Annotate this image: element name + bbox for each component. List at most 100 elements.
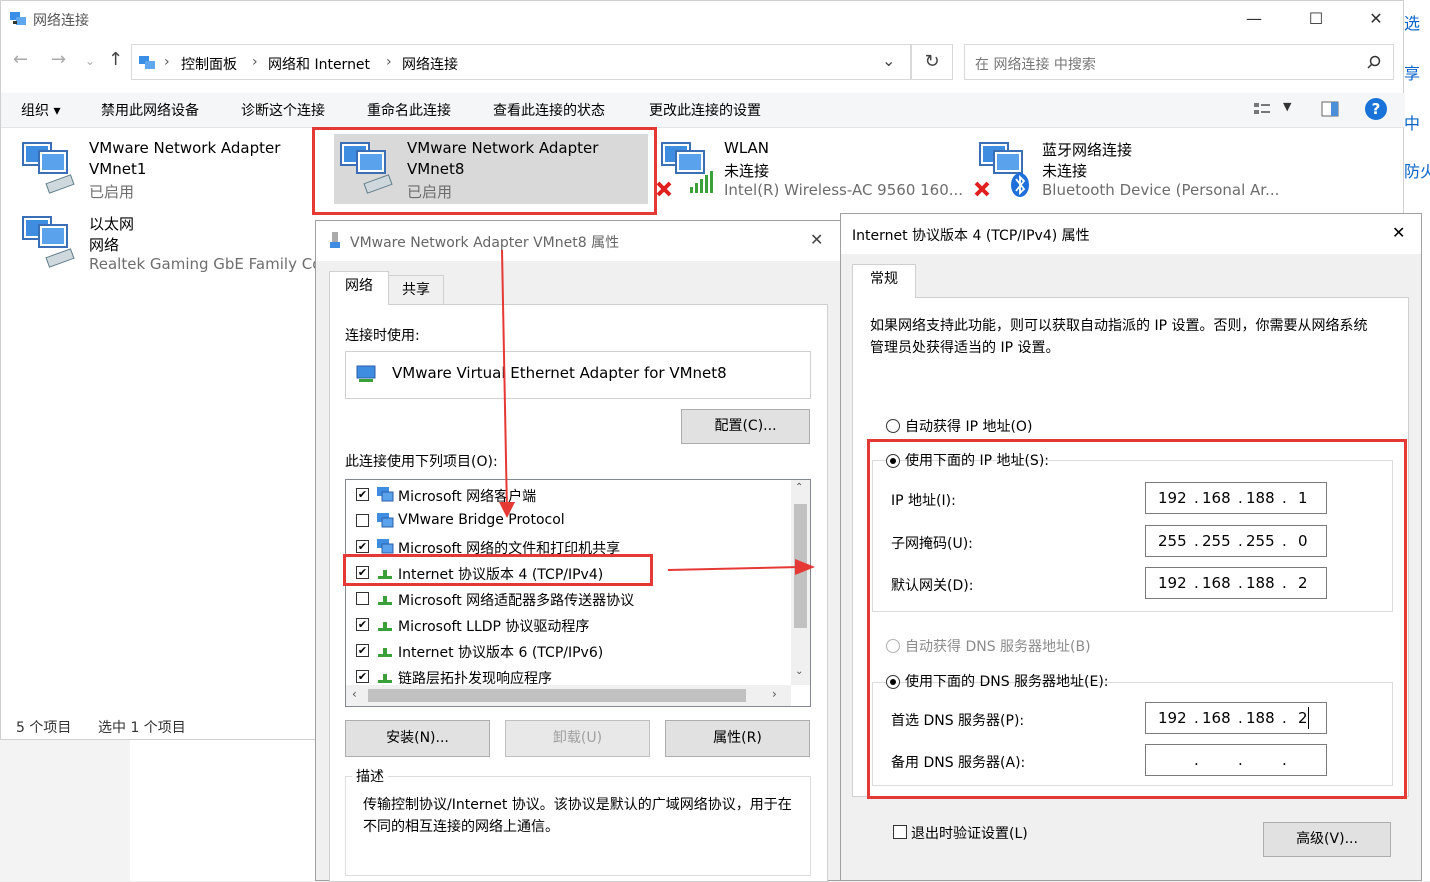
- adapter-name2: VMnet1: [89, 160, 147, 178]
- adapter-wlan[interactable]: WLAN 未连接 Intel(R) Wireless-AC 9560 160..…: [656, 139, 963, 209]
- adapter-name2: 未连接: [724, 162, 770, 180]
- up-arrow-icon[interactable]: ↑: [108, 49, 123, 70]
- adapter-ethernet[interactable]: 以太网 网络 Realtek Gaming GbE Family Co...: [21, 213, 335, 283]
- adapter-name: VMware Network Adapter: [89, 139, 281, 157]
- selection-count: 选中 1 个项目: [98, 720, 186, 736]
- title-bar: 网络连接 — ☐ ✕: [1, 1, 1405, 37]
- list-item-label: Internet 协议版本 6 (TCP/IPv6): [398, 645, 604, 661]
- preview-pane-icon[interactable]: [1321, 101, 1339, 117]
- vmnet8-highlight-box: [312, 127, 657, 215]
- tab-sharing[interactable]: 共享: [388, 275, 444, 305]
- network-adapter-icon: [22, 216, 75, 268]
- adapter-status: 已启用: [89, 183, 135, 201]
- recent-chevron-icon[interactable]: ⌄: [85, 54, 95, 68]
- item-count: 5 个项目: [16, 720, 72, 736]
- maximize-button[interactable]: ☐: [1293, 1, 1339, 37]
- description-text: 传输控制协议/Internet 协议。该协议是默认的广域网络协议，用于在不同的相…: [363, 797, 792, 835]
- breadcrumb-separator-icon: ›: [164, 54, 170, 70]
- validate-checkbox[interactable]: [893, 825, 907, 839]
- search-icon: [1367, 55, 1381, 69]
- search-placeholder: 在 网络连接 中搜索: [975, 57, 1096, 73]
- auto-ip-label: 自动获得 IP 地址(O): [905, 419, 1033, 435]
- adapter-name: 蓝牙网络连接: [1042, 141, 1133, 159]
- h-scroll-thumb[interactable]: [368, 689, 746, 702]
- help-icon[interactable]: ?: [1365, 98, 1387, 120]
- rename-command[interactable]: 重命名此连接: [367, 100, 451, 120]
- horizontal-scrollbar[interactable]: ‹ ›: [346, 685, 791, 706]
- checkbox[interactable]: [356, 592, 369, 605]
- bg-fragment: 防火: [1404, 162, 1430, 181]
- change-settings-command[interactable]: 更改此连接的设置: [649, 100, 761, 120]
- scroll-down-icon[interactable]: ⌄: [795, 666, 803, 677]
- list-item-label: Microsoft LLDP 协议驱动程序: [398, 619, 590, 635]
- diagnose-command[interactable]: 诊断这个连接: [241, 100, 325, 120]
- checkbox[interactable]: ✔: [356, 618, 369, 631]
- network-plug-icon: [330, 232, 340, 248]
- checkbox[interactable]: ✔: [356, 644, 369, 657]
- chevron-down-icon[interactable]: ⌄: [882, 51, 895, 70]
- bg-fragment: 享: [1404, 64, 1421, 83]
- items-label: 此连接使用下列项目(O):: [345, 454, 498, 470]
- close-button[interactable]: ✕: [1353, 1, 1399, 37]
- search-input[interactable]: 在 网络连接 中搜索: [964, 44, 1394, 80]
- breadcrumb-separator-icon: ›: [386, 54, 392, 70]
- description-label: 描述: [352, 766, 388, 786]
- connect-using-label: 连接时使用:: [345, 328, 420, 344]
- status-bar: 5 个项目 选中 1 个项目: [1, 713, 317, 741]
- bluetooth-adapter-icon: [974, 142, 1029, 197]
- breadcrumb-separator-icon: ›: [252, 54, 258, 70]
- desktop-area-white: [130, 740, 316, 881]
- ipv4-title-bar: Internet 协议版本 4 (TCP/IPv4) 属性 ✕: [841, 214, 1421, 254]
- properties-button[interactable]: 属性(R): [665, 720, 810, 757]
- adapter-vmnet1[interactable]: VMware Network Adapter VMnet1 已启用: [21, 139, 321, 209]
- adapter-status: Realtek Gaming GbE Family Co...: [89, 255, 336, 273]
- organize-menu[interactable]: 组织 ▾: [21, 100, 60, 120]
- minimize-button[interactable]: —: [1231, 1, 1277, 37]
- disable-device-command[interactable]: 禁用此网络设备: [101, 100, 199, 120]
- close-icon[interactable]: ✕: [1392, 223, 1405, 242]
- protocol-icon: [378, 674, 392, 683]
- breadcrumb-network-connections[interactable]: 网络连接: [402, 54, 458, 74]
- ipv4-title: Internet 协议版本 4 (TCP/IPv4) 属性: [852, 228, 1090, 244]
- breadcrumb-control-panel[interactable]: 控制面板: [181, 54, 237, 74]
- checkbox[interactable]: [356, 514, 369, 527]
- forward-arrow-icon[interactable]: →: [51, 49, 66, 70]
- list-item[interactable]: ✔ Microsoft LLDP 协议驱动程序: [346, 612, 786, 638]
- window-title: 网络连接: [33, 13, 89, 29]
- close-icon[interactable]: ✕: [810, 230, 823, 249]
- back-arrow-icon[interactable]: ←: [13, 49, 28, 70]
- view-dropdown-icon[interactable]: ▼: [1283, 100, 1291, 113]
- view-options-icon[interactable]: [1253, 101, 1271, 117]
- validate-label: 退出时验证设置(L): [911, 826, 1028, 842]
- checkbox[interactable]: ✔: [356, 488, 369, 501]
- adapter-name: 以太网: [89, 215, 135, 233]
- bg-fragment: 选: [1404, 14, 1421, 33]
- tab-network[interactable]: 网络: [329, 271, 389, 305]
- uninstall-button[interactable]: 卸载(U): [505, 720, 650, 757]
- protocol-icon: [378, 648, 392, 657]
- list-item-label: Microsoft 网络适配器多路传送器协议: [398, 593, 635, 609]
- checkbox[interactable]: ✔: [356, 670, 369, 683]
- checkbox[interactable]: ✔: [356, 540, 369, 553]
- address-bar[interactable]: › 控制面板 › 网络和 Internet › 网络连接 ⌄: [131, 44, 911, 80]
- auto-ip-radio[interactable]: [886, 419, 900, 433]
- view-status-command[interactable]: 查看此连接的状态: [493, 100, 605, 120]
- command-bar: 组织 ▾ 禁用此网络设备 诊断这个连接 重命名此连接 查看此连接的状态 更改此连…: [1, 93, 1405, 128]
- list-item[interactable]: ✔ Internet 协议版本 6 (TCP/IPv6): [346, 638, 786, 664]
- adapter-bluetooth[interactable]: 蓝牙网络连接 未连接 Bluetooth Device (Personal Ar…: [974, 139, 1279, 209]
- protocol-icon: [378, 596, 392, 605]
- tab-general[interactable]: 常规: [852, 264, 916, 298]
- client-icon: [377, 487, 394, 502]
- install-button[interactable]: 安装(N)...: [345, 720, 490, 757]
- refresh-icon[interactable]: ↻: [911, 44, 953, 80]
- properties-title: VMware Network Adapter VMnet8 属性: [350, 235, 620, 251]
- scroll-right-icon[interactable]: ›: [772, 687, 777, 701]
- breadcrumb-network-internet[interactable]: 网络和 Internet: [268, 54, 370, 74]
- adapter-name2: 未连接: [1042, 162, 1088, 180]
- protocol-icon: [378, 622, 392, 631]
- scroll-left-icon[interactable]: ‹: [352, 687, 357, 701]
- list-item[interactable]: Microsoft 网络适配器多路传送器协议: [346, 586, 786, 612]
- control-panel-icon: [139, 56, 155, 69]
- adapter-name: WLAN: [724, 139, 770, 157]
- advanced-button[interactable]: 高级(V)...: [1263, 822, 1391, 857]
